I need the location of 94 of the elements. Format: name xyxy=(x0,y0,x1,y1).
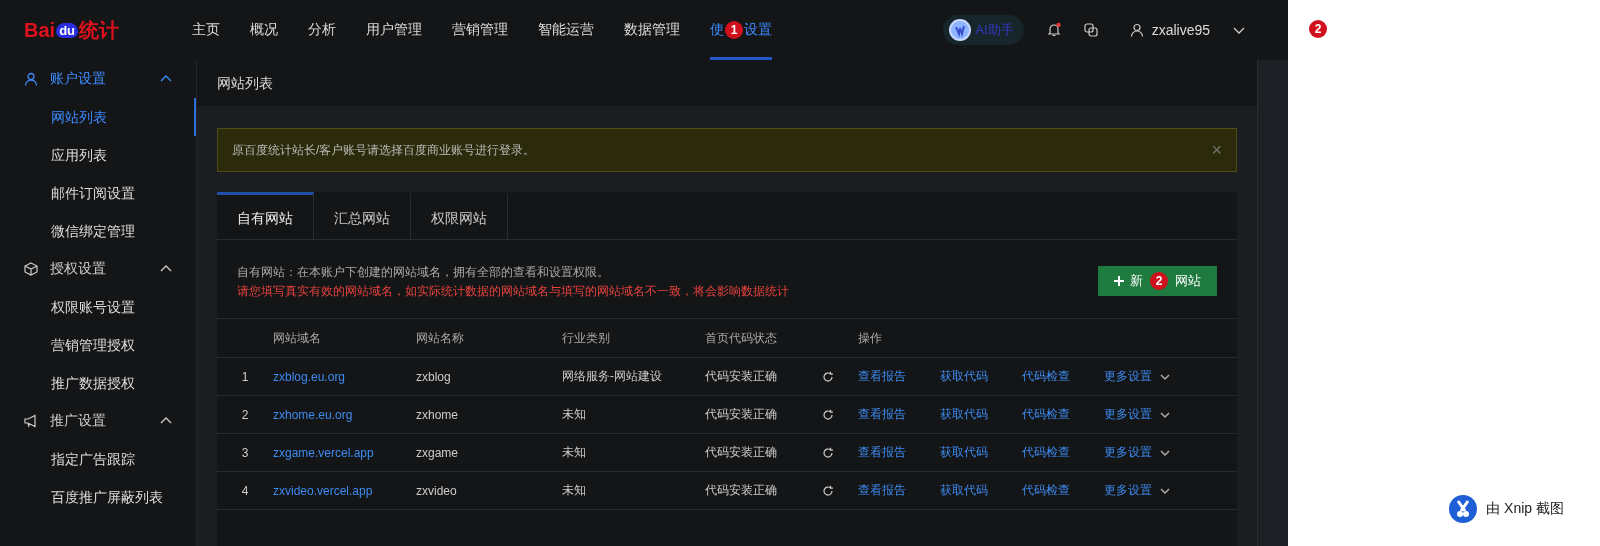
table-cell-text: 未知 xyxy=(562,406,587,423)
nav-tab[interactable]: 概况 xyxy=(250,0,278,60)
sidebar-group[interactable]: 授权设置 xyxy=(0,250,196,288)
tab[interactable]: 权限网站 xyxy=(411,192,508,239)
sidebar-item[interactable]: 百度推广屏蔽列表 xyxy=(0,478,196,516)
chevron-down-icon[interactable] xyxy=(1160,409,1170,420)
refresh-icon[interactable] xyxy=(822,370,834,383)
action-link[interactable]: 更多设置 xyxy=(1104,444,1152,461)
refresh-icon[interactable] xyxy=(822,446,834,459)
action-link[interactable]: 获取代码 xyxy=(940,482,988,499)
chevron-down-icon[interactable] xyxy=(1160,485,1170,496)
page-title: 网站列表 xyxy=(216,74,274,93)
table-cell-text: 未知 xyxy=(562,444,587,461)
sidebar-item[interactable]: 营销管理授权 xyxy=(0,326,196,364)
status-text: 代码安装正确 xyxy=(705,406,777,423)
add-site-button[interactable]: 新 2 网站 xyxy=(1098,266,1217,296)
action-link[interactable]: 获取代码 xyxy=(940,368,988,385)
user-icon xyxy=(24,72,38,86)
nav-tab[interactable]: 使 1 设置 xyxy=(710,0,772,60)
column-header: 行业类别 xyxy=(562,329,611,347)
nav-tab[interactable]: 营销管理 xyxy=(452,0,508,60)
table-cell-text: zxblog xyxy=(416,369,452,384)
row-number: 1 xyxy=(240,369,250,384)
megaphone-icon xyxy=(24,414,38,428)
nav-tab[interactable]: 智能运营 xyxy=(538,0,594,60)
status-text: 代码安装正确 xyxy=(705,368,777,385)
domain-link[interactable]: zxhome.eu.org xyxy=(273,407,416,422)
logo-text: Bai xyxy=(24,18,56,42)
close-button[interactable]: × xyxy=(1211,139,1222,161)
column-header: 网站域名 xyxy=(273,329,322,347)
plus-icon xyxy=(1114,276,1124,286)
assistant-icon xyxy=(949,19,972,41)
logo-text: 统计 xyxy=(79,17,119,43)
row-number: 2 xyxy=(240,407,250,422)
domain-link[interactable]: zxgame.vercel.app xyxy=(273,445,416,460)
scissors-icon xyxy=(1448,494,1479,524)
sidebar-group[interactable]: 账户设置 xyxy=(0,60,196,98)
action-link[interactable]: 代码检查 xyxy=(1022,444,1070,461)
user-icon xyxy=(1129,23,1144,37)
nav-tab[interactable]: 用户管理 xyxy=(366,0,422,60)
action-link[interactable]: 代码检查 xyxy=(1022,406,1070,423)
annotation-marker: 2 xyxy=(1150,272,1168,290)
action-link[interactable]: 查看报告 xyxy=(858,368,906,385)
action-link[interactable]: 查看报告 xyxy=(858,444,906,461)
refresh-icon[interactable] xyxy=(822,484,834,497)
column-header: 操作 xyxy=(857,329,882,347)
nav-tab[interactable]: 分析 xyxy=(308,0,336,60)
sidebar-group[interactable]: 推广设置 xyxy=(0,402,196,440)
tab[interactable]: 自有网站 xyxy=(217,192,314,239)
chevron-down-icon[interactable] xyxy=(1160,447,1170,458)
warning-text: 请您填写真实有效的网站域名，如实际统计数据的网站域名与填写的网站域名不一致，将会影响数据统计 xyxy=(237,284,789,299)
action-link[interactable]: 获取代码 xyxy=(940,406,988,423)
action-link[interactable]: 查看报告 xyxy=(858,406,906,423)
row-number: 4 xyxy=(240,483,250,498)
badge-text: 由 Xnip 截图 xyxy=(1486,500,1564,518)
nav-tab[interactable]: 主页 xyxy=(192,0,220,60)
table-cell-text: 未知 xyxy=(562,482,587,499)
user-menu[interactable]: zxalive95 xyxy=(1129,22,1210,38)
sidebar-item[interactable]: 指定广告跟踪 xyxy=(0,440,196,478)
sidebar-item[interactable]: 邮件订阅设置 xyxy=(0,174,196,212)
table-cell-text: zxvideo xyxy=(416,483,458,498)
refresh-icon[interactable] xyxy=(822,408,834,421)
cube-icon xyxy=(24,262,38,276)
action-link[interactable]: 获取代码 xyxy=(940,444,988,461)
action-link[interactable]: 更多设置 xyxy=(1104,482,1152,499)
description-text: 自有网站：在本账户下创建的网站域名，拥有全部的查看和设置权限。 xyxy=(237,265,610,280)
sidebar-item[interactable]: 微信绑定管理 xyxy=(0,212,196,250)
copy-icon[interactable] xyxy=(1083,23,1098,37)
sidebar-item[interactable]: 推广数据授权 xyxy=(0,364,196,402)
domain-link[interactable]: zxblog.eu.org xyxy=(273,369,416,384)
action-link[interactable]: 代码检查 xyxy=(1022,482,1070,499)
sidebar-item[interactable]: 权限账号设置 xyxy=(0,288,196,326)
table-cell-text: zxgame xyxy=(416,445,460,460)
row-number: 3 xyxy=(240,445,250,460)
logo-paw: du xyxy=(56,22,78,38)
alert-message: 原百度统计站长/客户账号请选择百度商业账号进行登录。 xyxy=(232,141,536,159)
tab[interactable]: 汇总网站 xyxy=(314,192,411,239)
status-text: 代码安装正确 xyxy=(705,482,777,499)
domain-link[interactable]: zxvideo.vercel.app xyxy=(273,483,416,498)
column-header: 网站名称 xyxy=(416,329,465,347)
nav-tab[interactable]: 数据管理 xyxy=(624,0,680,60)
chevron-down-icon[interactable] xyxy=(1160,371,1170,382)
table-cell-text: 网络服务-网站建设 xyxy=(562,368,663,385)
table-cell-text: zxhome xyxy=(416,407,460,422)
action-link[interactable]: 更多设置 xyxy=(1104,406,1152,423)
bell-icon[interactable] xyxy=(1045,22,1062,38)
status-text: 代码安装正确 xyxy=(705,444,777,461)
sidebar-item[interactable]: 应用列表 xyxy=(0,136,196,174)
action-link[interactable]: 查看报告 xyxy=(858,482,906,499)
action-link[interactable]: 更多设置 xyxy=(1104,368,1152,385)
column-header: 首页代码状态 xyxy=(705,329,778,347)
annotation-marker: 2 xyxy=(1309,20,1327,38)
action-link[interactable]: 代码检查 xyxy=(1022,368,1070,385)
annotation-marker: 1 xyxy=(725,21,743,39)
